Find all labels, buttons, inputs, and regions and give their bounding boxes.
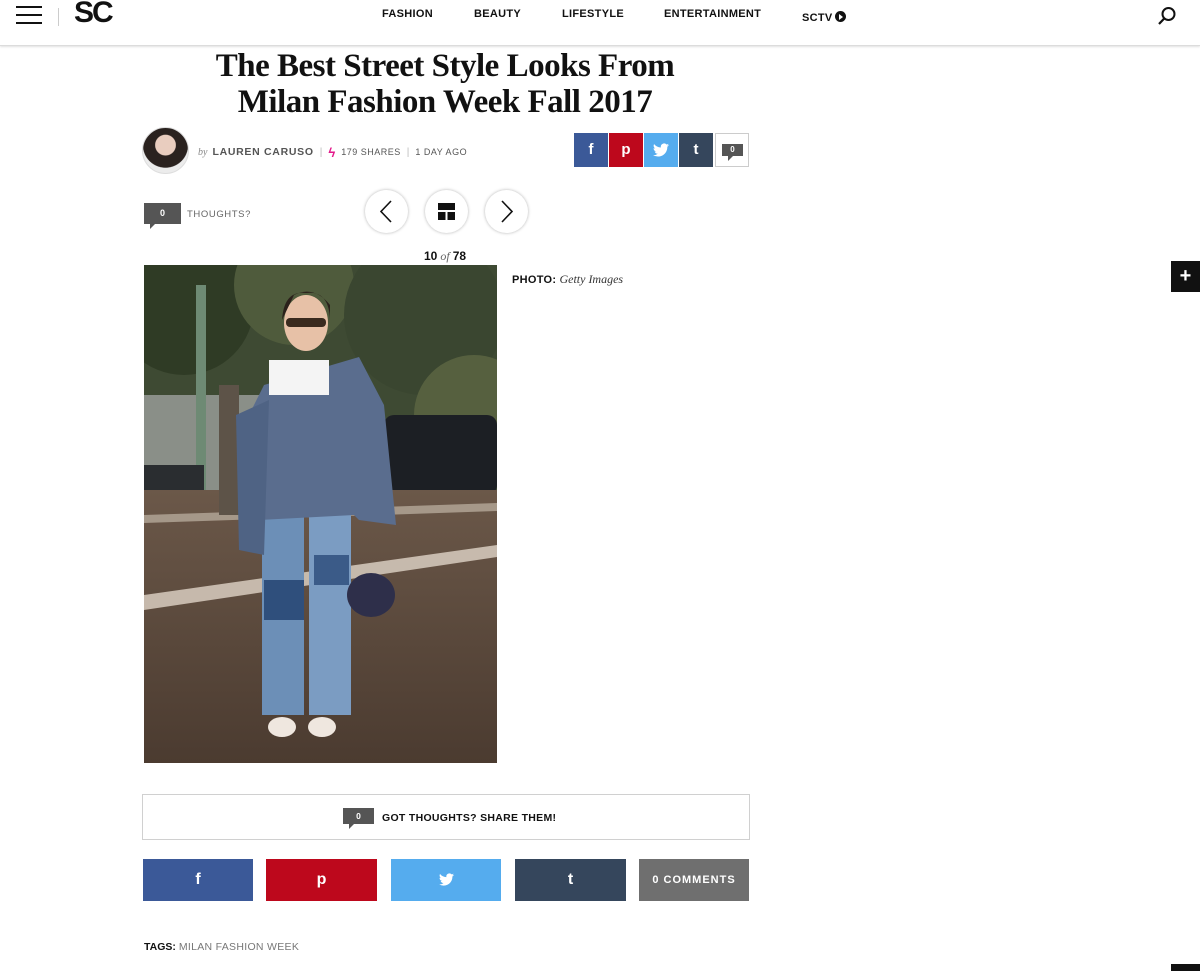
grid-view-button[interactable] <box>425 190 468 233</box>
thoughts-count-bubble[interactable]: 0 <box>144 203 181 229</box>
slide-of-label: of <box>440 249 450 263</box>
nav-item-sctv[interactable]: SCTV <box>802 12 833 24</box>
tumblr-share-button[interactable]: t <box>679 133 713 167</box>
byline-prefix: by <box>198 147 208 158</box>
lightning-bolt-icon: ϟ <box>328 145 336 160</box>
comments-button[interactable]: 0 COMMENTS <box>639 859 749 901</box>
chevron-right-icon <box>501 200 514 223</box>
facebook-share-button[interactable]: f <box>574 133 608 167</box>
search-icon[interactable] <box>1157 6 1177 26</box>
article-title-line-2: Milan Fashion Week Fall 2017 <box>237 84 653 120</box>
share-thoughts-bar[interactable]: 0 GOT THOUGHTS? SHARE THEM! <box>142 794 750 840</box>
nav-item-beauty[interactable]: BEAUTY <box>474 8 521 20</box>
tumblr-icon: t <box>693 141 699 158</box>
grid-icon <box>438 203 455 220</box>
site-header: SC FASHION BEAUTY LIFESTYLE ENTERTAINMEN… <box>0 0 1200 46</box>
twitter-share-button[interactable] <box>644 133 678 167</box>
pinterest-icon: p <box>621 141 631 158</box>
chevron-left-icon <box>379 200 392 223</box>
thoughts-link[interactable]: THOUGHTS? <box>187 209 251 220</box>
byline-separator: | <box>406 147 410 158</box>
nav-item-entertainment[interactable]: ENTERTAINMENT <box>664 8 761 20</box>
tumblr-share-button-bottom[interactable]: t <box>515 859 626 901</box>
facebook-share-button-bottom[interactable]: f <box>143 859 253 901</box>
tags-label: TAGS: <box>144 941 176 953</box>
pinterest-share-button[interactable]: p <box>609 133 643 167</box>
byline-separator: | <box>319 147 323 158</box>
facebook-icon: f <box>588 141 594 158</box>
twitter-icon <box>438 873 454 886</box>
facebook-icon: f <box>195 871 201 888</box>
nav-item-lifestyle[interactable]: LIFESTYLE <box>562 8 624 20</box>
slide-counter: 10 of 78 <box>424 249 466 264</box>
nav-item-sctv-wrap[interactable]: SCTV <box>802 8 846 26</box>
twitter-icon <box>653 143 669 157</box>
next-slide-button[interactable] <box>485 190 528 233</box>
byline: by LAUREN CARUSO | ϟ 179 SHARES | 1 DAY AGO <box>198 145 467 160</box>
previous-slide-button[interactable] <box>365 190 408 233</box>
twitter-share-button-bottom[interactable] <box>391 859 501 901</box>
article-title-line-1: The Best Street Style Looks From <box>215 48 675 84</box>
street-style-photo-image <box>144 265 497 763</box>
expand-sidebar-button[interactable]: + <box>1171 261 1200 292</box>
post-date: 1 DAY AGO <box>415 147 468 157</box>
slide-current: 10 <box>424 249 438 263</box>
pinterest-icon: p <box>316 871 327 888</box>
article-tags: TAGS: MILAN FASHION WEEK <box>144 941 299 953</box>
gallery-photo[interactable] <box>144 265 497 763</box>
author-avatar[interactable] <box>142 127 189 174</box>
comment-bubble-icon: 0 <box>722 144 743 161</box>
slide-total: 78 <box>452 249 467 263</box>
share-count: 179 SHARES <box>341 147 401 157</box>
article-title: The Best Street Style Looks From Milan F… <box>145 48 745 120</box>
comment-count-box[interactable]: 0 <box>715 133 749 167</box>
tag-link[interactable]: MILAN FASHION WEEK <box>179 941 299 953</box>
tumblr-icon: t <box>567 871 574 888</box>
share-thoughts-label: GOT THOUGHTS? SHARE THEM! <box>382 812 557 824</box>
play-icon <box>834 11 846 22</box>
pinterest-share-button-bottom[interactable]: p <box>266 859 377 901</box>
corner-tab <box>1171 964 1200 971</box>
photo-credit-source: Getty Images <box>559 272 624 286</box>
nav-item-fashion[interactable]: FASHION <box>382 8 433 20</box>
author-name-link[interactable]: LAUREN CARUSO <box>212 146 313 158</box>
main-nav: FASHION BEAUTY LIFESTYLE ENTERTAINMENT S… <box>0 8 1200 24</box>
photo-credit-label: PHOTO: <box>512 274 557 286</box>
comment-count-bubble: 0 <box>343 808 374 829</box>
photo-credit: PHOTO: Getty Images <box>512 272 623 287</box>
